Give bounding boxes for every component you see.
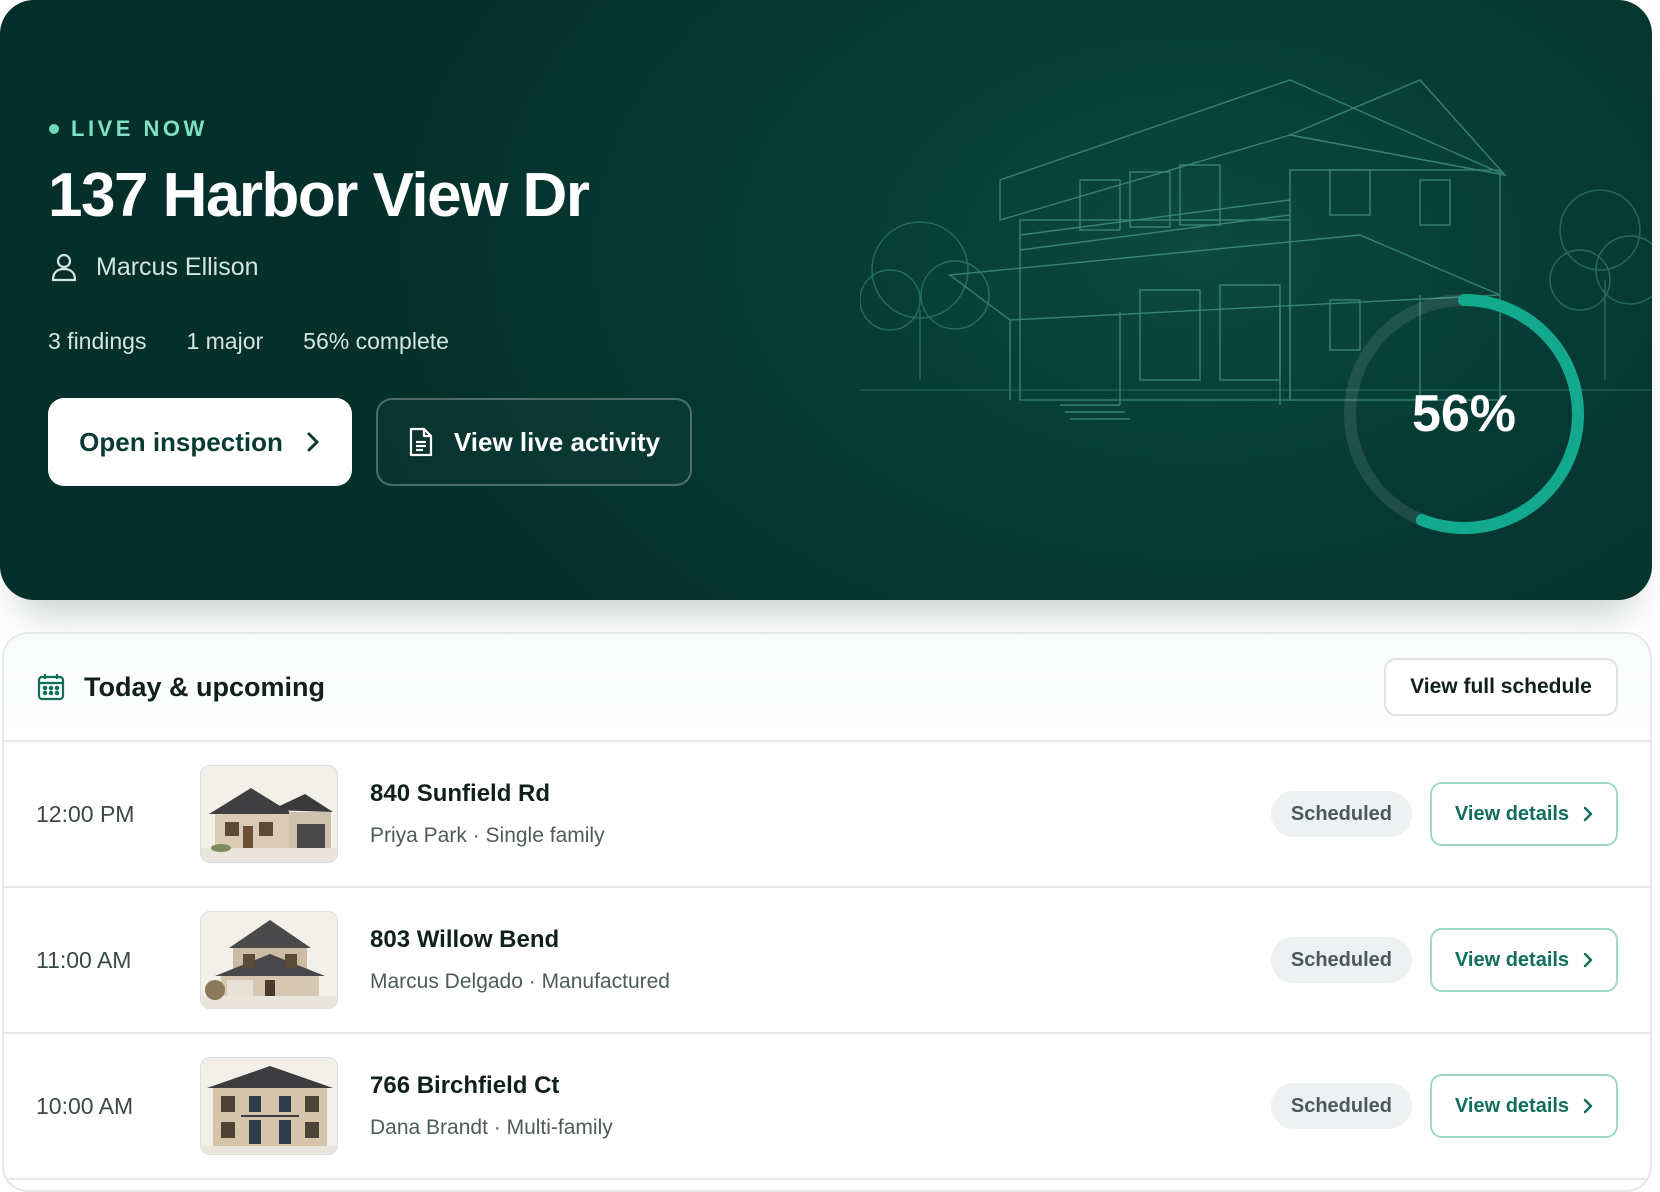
property-thumbnail: [200, 911, 338, 1009]
view-details-label: View details: [1454, 948, 1570, 971]
live-inspection-hero: LIVE NOW 137 Harbor View Dr Marcus Ellis…: [0, 0, 1652, 600]
client-and-type: Dana Brandt · Multi-family: [370, 1116, 613, 1139]
document-icon: [409, 427, 432, 457]
inspector: Marcus Ellison: [50, 252, 259, 282]
chevron-right-icon: [307, 432, 319, 452]
client-and-type: Marcus Delgado · Manufactured: [370, 970, 670, 993]
live-dot-icon: [49, 124, 59, 134]
major-count: 1 major: [186, 328, 264, 354]
appointment-time: 11:00 AM: [36, 946, 132, 973]
appointment-time: 12:00 PM: [36, 800, 135, 827]
live-label: LIVE NOW: [71, 116, 208, 141]
appointment-info: 803 Willow Bend Marcus Delgado · Manufac…: [370, 926, 1271, 994]
schedule-row: 10:00 AM 766 Birchfield Ct Dana Brandt ·…: [4, 1034, 1650, 1180]
progress-percent: 56%: [1411, 385, 1517, 443]
open-inspection-button[interactable]: Open inspection: [48, 398, 352, 486]
live-indicator: LIVE NOW: [49, 116, 208, 142]
client-and-type: Priya Park · Single family: [370, 824, 605, 847]
calendar-icon: [37, 674, 65, 701]
inspection-stats: 3 findings 1 major 56% complete: [48, 328, 449, 355]
inspector-name: Marcus Ellison: [96, 252, 259, 281]
property-address: 766 Birchfield Ct: [370, 1072, 560, 1099]
status-badge: Scheduled: [1270, 1083, 1412, 1129]
view-live-activity-button[interactable]: View live activity: [376, 398, 692, 486]
view-details-label: View details: [1454, 802, 1570, 825]
view-details-label: View details: [1454, 1094, 1570, 1117]
property-address: 840 Sunfield Rd: [370, 780, 551, 807]
progress-ring: 56%: [1334, 284, 1594, 544]
schedule-card: Today & upcoming View full schedule 12:0…: [2, 632, 1652, 1192]
open-inspection-label: Open inspection: [79, 426, 283, 457]
property-thumbnail: [200, 765, 338, 863]
status-badge: Scheduled: [1270, 791, 1412, 837]
view-details-button[interactable]: View details: [1430, 1074, 1618, 1138]
findings-count: 3 findings: [48, 328, 147, 354]
view-live-activity-label: View live activity: [453, 426, 661, 457]
schedule-title: Today & upcoming: [84, 671, 325, 702]
appointment-time: 10:00 AM: [36, 1092, 134, 1119]
property-address: 803 Willow Bend: [370, 926, 560, 953]
property-thumbnail: [200, 1057, 338, 1155]
chevron-right-icon: [1583, 806, 1593, 822]
status-badge: Scheduled: [1270, 937, 1412, 983]
inspection-address-title: 137 Harbor View Dr: [48, 161, 590, 230]
view-details-button[interactable]: View details: [1430, 782, 1618, 846]
appointment-info: 766 Birchfield Ct Dana Brandt · Multi-fa…: [370, 1072, 1271, 1140]
completion-text: 56% complete: [303, 328, 449, 354]
view-details-button[interactable]: View details: [1430, 928, 1618, 992]
schedule-header: Today & upcoming View full schedule: [4, 634, 1650, 742]
schedule-row: 12:00 PM 840 Sunfield Rd Priya Park · Si…: [4, 742, 1650, 888]
view-full-schedule-button[interactable]: View full schedule: [1384, 658, 1618, 716]
chevron-right-icon: [1583, 952, 1593, 968]
appointment-info: 840 Sunfield Rd Priya Park · Single fami…: [370, 780, 1271, 848]
chevron-right-icon: [1583, 1098, 1593, 1114]
schedule-row: 11:00 AM 803 Willow Bend Marcus Delgado …: [4, 888, 1650, 1034]
person-icon: [51, 253, 77, 282]
